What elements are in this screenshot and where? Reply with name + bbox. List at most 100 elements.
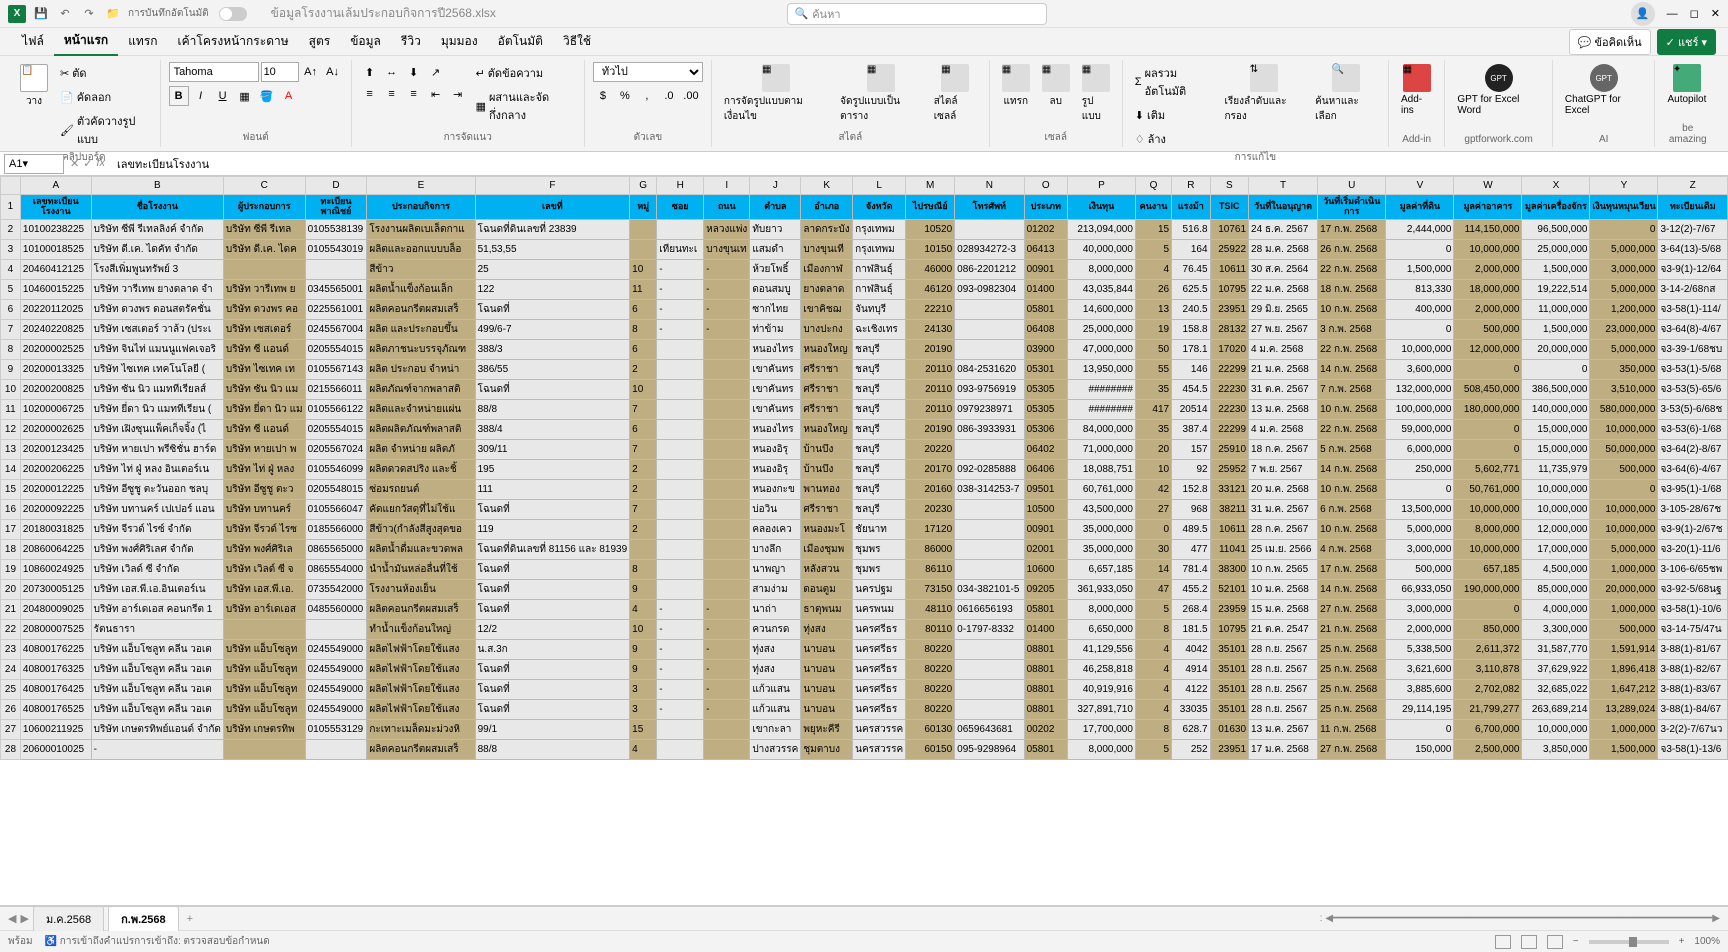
cell[interactable]: 46120 xyxy=(906,279,955,299)
cell[interactable] xyxy=(657,219,704,239)
cell[interactable]: จ3-58(1)-13/6 xyxy=(1658,739,1728,759)
cell[interactable]: กรุงเทพม xyxy=(853,219,906,239)
cell[interactable]: 22210 xyxy=(906,299,955,319)
cell[interactable]: โฉนดที่ xyxy=(475,499,630,519)
zoom-out-icon[interactable]: − xyxy=(1573,936,1579,947)
cell[interactable]: 22230 xyxy=(1210,379,1248,399)
header-cell[interactable]: ประเภท xyxy=(1024,195,1067,220)
copy-button[interactable]: 📄คัดลอก xyxy=(56,86,152,108)
header-cell[interactable]: เงินทุนหมุนเวียน xyxy=(1590,195,1658,220)
cell[interactable]: 27 พ.ย. 2567 xyxy=(1249,319,1318,339)
cell[interactable]: 52101 xyxy=(1210,579,1248,599)
cell[interactable]: ผลิตผลิตภัณฑ์พลาสติ xyxy=(367,419,475,439)
cell[interactable]: 47 xyxy=(1135,579,1171,599)
cell[interactable]: 2,000,000 xyxy=(1454,299,1522,319)
cell[interactable]: 22 ก.พ. 2568 xyxy=(1318,419,1386,439)
cell[interactable]: คลองเคว xyxy=(750,519,801,539)
cell[interactable]: 6,000,000 xyxy=(1386,439,1454,459)
row-head-1[interactable]: 1 xyxy=(1,195,21,220)
col-head-L[interactable]: L xyxy=(853,177,906,195)
cell[interactable]: 35 xyxy=(1135,379,1171,399)
cell[interactable]: 7 xyxy=(630,499,657,519)
row-head-25[interactable]: 25 xyxy=(1,679,21,699)
cell[interactable]: ชลบุรี xyxy=(853,419,906,439)
cell[interactable]: 4 xyxy=(1135,679,1171,699)
cell[interactable]: 0 xyxy=(1454,359,1522,379)
cell[interactable]: 489.5 xyxy=(1172,519,1210,539)
cell[interactable]: บริษัท อีซูชู ตะว xyxy=(223,479,305,499)
cell[interactable]: ทำน้ำแข็งก้อนใหญ่ xyxy=(367,619,475,639)
cell[interactable]: 10200006725 xyxy=(20,399,91,419)
cell[interactable]: บริษัท เวิลด์ ซี จ xyxy=(223,559,305,579)
name-box[interactable]: A1 ▾ xyxy=(4,154,64,174)
cell[interactable]: หนองกะข xyxy=(750,479,801,499)
cell[interactable]: 1,500,000 xyxy=(1522,319,1590,339)
cell[interactable]: 25,000,000 xyxy=(1067,319,1135,339)
cell[interactable]: 3,000,000 xyxy=(1386,539,1454,559)
cell[interactable]: 20200206225 xyxy=(20,459,91,479)
cell[interactable]: 0205567024 xyxy=(305,439,367,459)
cell[interactable]: 3,000,000 xyxy=(1590,259,1658,279)
cell[interactable]: 01202 xyxy=(1024,219,1067,239)
tab-help[interactable]: วิธีใช้ xyxy=(553,28,601,55)
cell[interactable]: 500,000 xyxy=(1590,459,1658,479)
cell[interactable] xyxy=(305,619,367,639)
cell[interactable]: 10100238225 xyxy=(20,219,91,239)
cell[interactable]: 10 xyxy=(630,259,657,279)
cell[interactable]: บางลึก xyxy=(750,539,801,559)
cell[interactable] xyxy=(223,739,305,759)
header-cell[interactable]: เลขที่ xyxy=(475,195,630,220)
cell[interactable]: ศรีราชา xyxy=(801,359,853,379)
cell[interactable]: 2,444,000 xyxy=(1386,219,1454,239)
cell[interactable]: 15 xyxy=(630,719,657,739)
cell[interactable]: - xyxy=(657,259,704,279)
cell[interactable]: 8 xyxy=(1135,719,1171,739)
header-cell[interactable]: มูลค่าที่ดิน xyxy=(1386,195,1454,220)
number-format-select[interactable]: ทั่วไป xyxy=(593,62,703,82)
row-head-16[interactable]: 16 xyxy=(1,499,21,519)
cell[interactable]: 40800176225 xyxy=(20,639,91,659)
cell[interactable]: 20170 xyxy=(906,459,955,479)
cell[interactable]: 13,289,024 xyxy=(1590,699,1658,719)
cell[interactable] xyxy=(657,359,704,379)
cell[interactable]: บริษัท ดวงพร คอ xyxy=(223,299,305,319)
cell[interactable]: นำน้ำมันหล่อลื่นที่ใช้ xyxy=(367,559,475,579)
cell[interactable]: 1,500,000 xyxy=(1386,259,1454,279)
cell[interactable]: 19,222,514 xyxy=(1522,279,1590,299)
cell[interactable]: ชัยนาท xyxy=(853,519,906,539)
cell[interactable]: หลังสวน xyxy=(801,559,853,579)
cell[interactable]: รัตนธารา xyxy=(91,619,223,639)
col-head-M[interactable]: M xyxy=(906,177,955,195)
cell[interactable]: 11,735,979 xyxy=(1522,459,1590,479)
cell[interactable]: บริษัท ซี แอนด์ xyxy=(223,419,305,439)
cell[interactable]: 20190 xyxy=(906,419,955,439)
cell[interactable]: 10600211925 xyxy=(20,719,91,739)
cell[interactable]: 05301 xyxy=(1024,359,1067,379)
fx-icon[interactable]: fx xyxy=(96,157,105,170)
cell[interactable]: 20200200825 xyxy=(20,379,91,399)
cell[interactable] xyxy=(657,399,704,419)
cell[interactable]: 499/6-7 xyxy=(475,319,630,339)
page-layout-icon[interactable] xyxy=(1521,935,1537,949)
cell[interactable]: บริษัท จีรวด์ ไรซ xyxy=(223,519,305,539)
cell[interactable]: หนองอิรุ xyxy=(750,459,801,479)
cell[interactable] xyxy=(955,339,1024,359)
cell[interactable]: 5 xyxy=(1135,239,1171,259)
cell[interactable]: 99/1 xyxy=(475,719,630,739)
cell[interactable]: จ3-92-5/68นฐ xyxy=(1658,579,1728,599)
cell[interactable]: ทุ่งสง xyxy=(750,639,801,659)
col-head-Y[interactable]: Y xyxy=(1590,177,1658,195)
cell[interactable]: บางปะกง xyxy=(801,319,853,339)
cell[interactable]: - xyxy=(704,639,750,659)
row-head-17[interactable]: 17 xyxy=(1,519,21,539)
cell[interactable]: บ้านบึง xyxy=(801,439,853,459)
underline-button[interactable]: U xyxy=(213,86,233,106)
cell[interactable]: 781.4 xyxy=(1172,559,1210,579)
cell[interactable]: ทุ่งสง xyxy=(801,619,853,639)
cell[interactable]: 35101 xyxy=(1210,639,1248,659)
cell[interactable]: แก้วแสน xyxy=(750,679,801,699)
cell[interactable]: บริษัท หายเปา พรีซิชั่น ฮาร์ด xyxy=(91,439,223,459)
cell[interactable] xyxy=(657,739,704,759)
cell[interactable]: 85,000,000 xyxy=(1522,579,1590,599)
cell[interactable] xyxy=(657,479,704,499)
